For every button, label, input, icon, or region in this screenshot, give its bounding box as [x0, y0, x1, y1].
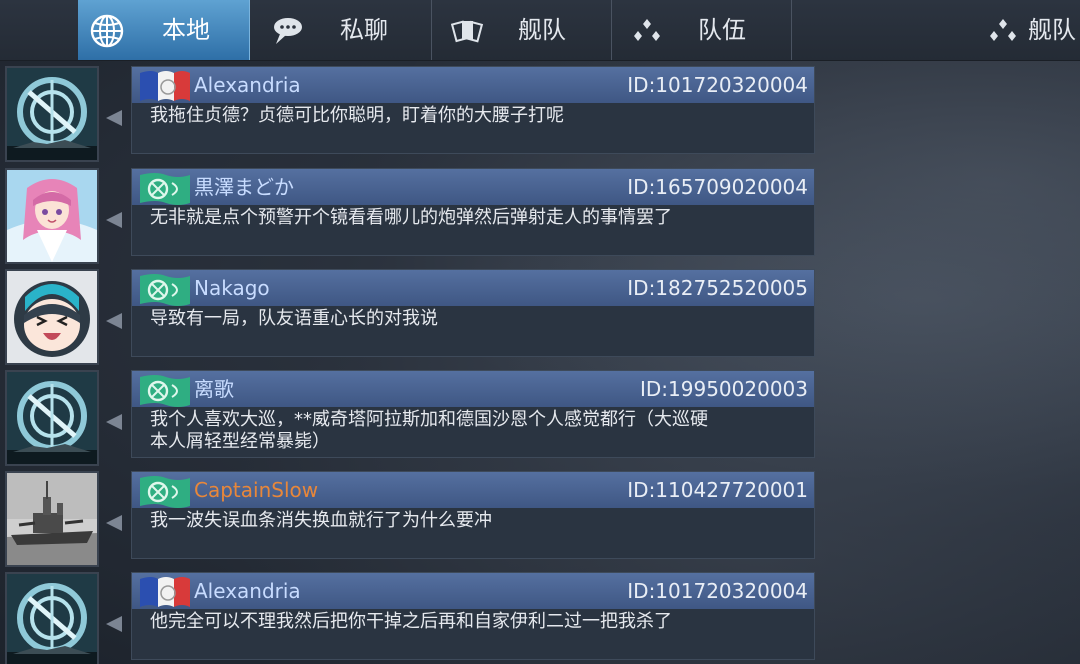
bubble-pointer [106, 110, 122, 126]
tab-fleet[interactable]: 舰队 [432, 0, 612, 60]
globe-icon [90, 14, 124, 48]
user-id: ID:182752520005 [627, 276, 808, 300]
message-header: Nakago ID:182752520005 [132, 270, 814, 306]
message-text: 导致有一局，队友语重心长的对我说 [150, 308, 438, 329]
message-bubble: 离歌 ID:19950020003 我个人喜欢大巡，**威奇塔阿拉斯加和德国沙恩… [131, 370, 815, 458]
chat-message: 离歌 ID:19950020003 我个人喜欢大巡，**威奇塔阿拉斯加和德国沙恩… [0, 370, 820, 466]
message-text: 我拖住贞德？贞德可比你聪明，盯着你的大腰子打呢 [150, 105, 564, 126]
tab-label: 私聊 [340, 16, 388, 44]
message-bubble: 黒澤まどか ID:165709020004 无非就是点个预警开个镜看看哪儿的炮弹… [131, 168, 815, 256]
team-diamonds-icon [634, 19, 660, 41]
french-flag-icon [140, 71, 190, 101]
ship-emblem-avatar[interactable] [5, 66, 99, 162]
bubble-pointer [106, 414, 122, 430]
battleship-photo-avatar[interactable] [5, 471, 99, 567]
tab-label: 舰队 [1028, 16, 1076, 44]
green-guild-flag-icon [140, 274, 190, 306]
message-text: 我一波失误血条消失换血就行了为什么要冲 [150, 510, 492, 531]
french-flag-icon [140, 577, 190, 607]
chat-message: Alexandria ID:101720320004 我拖住贞德？贞德可比你聪明… [0, 66, 820, 162]
username[interactable]: 离歌 [194, 375, 234, 403]
username[interactable]: Alexandria [194, 71, 301, 99]
message-header: 离歌 ID:19950020003 [132, 371, 814, 407]
ship-emblem-avatar[interactable] [5, 572, 99, 664]
user-id: ID:101720320004 [627, 73, 808, 97]
ship-emblem-avatar[interactable] [5, 370, 99, 466]
tab-label: 本地 [162, 16, 210, 44]
message-text: 我个人喜欢大巡，**威奇塔阿拉斯加和德国沙恩个人感觉都行（大巡硬本人屑轻型经常暴… [150, 409, 708, 452]
message-bubble: Alexandria ID:101720320004 他完全可以不理我然后把你干… [131, 572, 815, 660]
user-id: ID:165709020004 [627, 175, 808, 199]
green-guild-flag-icon [140, 476, 190, 508]
message-text: 无非就是点个预警开个镜看看哪儿的炮弹然后弹射走人的事情罢了 [150, 207, 672, 228]
message-bubble: Alexandria ID:101720320004 我拖住贞德？贞德可比你聪明… [131, 66, 815, 154]
username[interactable]: CaptainSlow [194, 476, 318, 504]
tab-label: 舰队 [518, 16, 566, 44]
tab-team[interactable]: 队伍 [612, 0, 792, 60]
message-header: CaptainSlow ID:110427720001 [132, 472, 814, 508]
user-id: ID:19950020003 [639, 377, 808, 401]
bubble-pointer [106, 515, 122, 531]
chat-message: Nakago ID:182752520005 导致有一局，队友语重心长的对我说 [0, 269, 820, 365]
bubble-pointer [106, 212, 122, 228]
chat-message: Alexandria ID:101720320004 他完全可以不理我然后把你干… [0, 572, 820, 664]
message-header: Alexandria ID:101720320004 [132, 573, 814, 609]
message-bubble: Nakago ID:182752520005 导致有一局，队友语重心长的对我说 [131, 269, 815, 357]
username[interactable]: Nakago [194, 274, 270, 302]
message-header: Alexandria ID:101720320004 [132, 67, 814, 103]
chat-message: 黒澤まどか ID:165709020004 无非就是点个预警开个镜看看哪儿的炮弹… [0, 168, 820, 264]
user-id: ID:101720320004 [627, 579, 808, 603]
anime-girl-avatar[interactable] [5, 168, 99, 264]
user-id: ID:110427720001 [627, 478, 808, 502]
bubble-pointer [106, 313, 122, 329]
chat-message: CaptainSlow ID:110427720001 我一波失误血条消失换血就… [0, 471, 820, 567]
fleet-diamonds-icon [990, 19, 1016, 41]
username[interactable]: 黒澤まどか [194, 173, 294, 201]
fleet-cards-icon [450, 20, 484, 43]
tab-label: 队伍 [698, 16, 746, 44]
message-bubble: CaptainSlow ID:110427720001 我一波失误血条消失换血就… [131, 471, 815, 559]
chibi-girl-avatar[interactable] [5, 269, 99, 365]
green-guild-flag-icon [140, 375, 190, 407]
message-header: 黒澤まどか ID:165709020004 [132, 169, 814, 205]
tab-fleet-2[interactable]: 舰队 [792, 0, 1080, 60]
chat-bubble-icon [274, 18, 302, 44]
green-guild-flag-icon [140, 173, 190, 205]
bubble-pointer [106, 616, 122, 632]
tab-private-chat[interactable]: 私聊 [250, 0, 432, 60]
tab-local[interactable]: 本地 [78, 0, 250, 60]
message-text: 他完全可以不理我然后把你干掉之后再和自家伊利二过一把我杀了 [150, 611, 672, 632]
username[interactable]: Alexandria [194, 577, 301, 605]
channel-tab-bar: 本地 私聊 舰队 队伍 舰队 [0, 0, 1080, 61]
